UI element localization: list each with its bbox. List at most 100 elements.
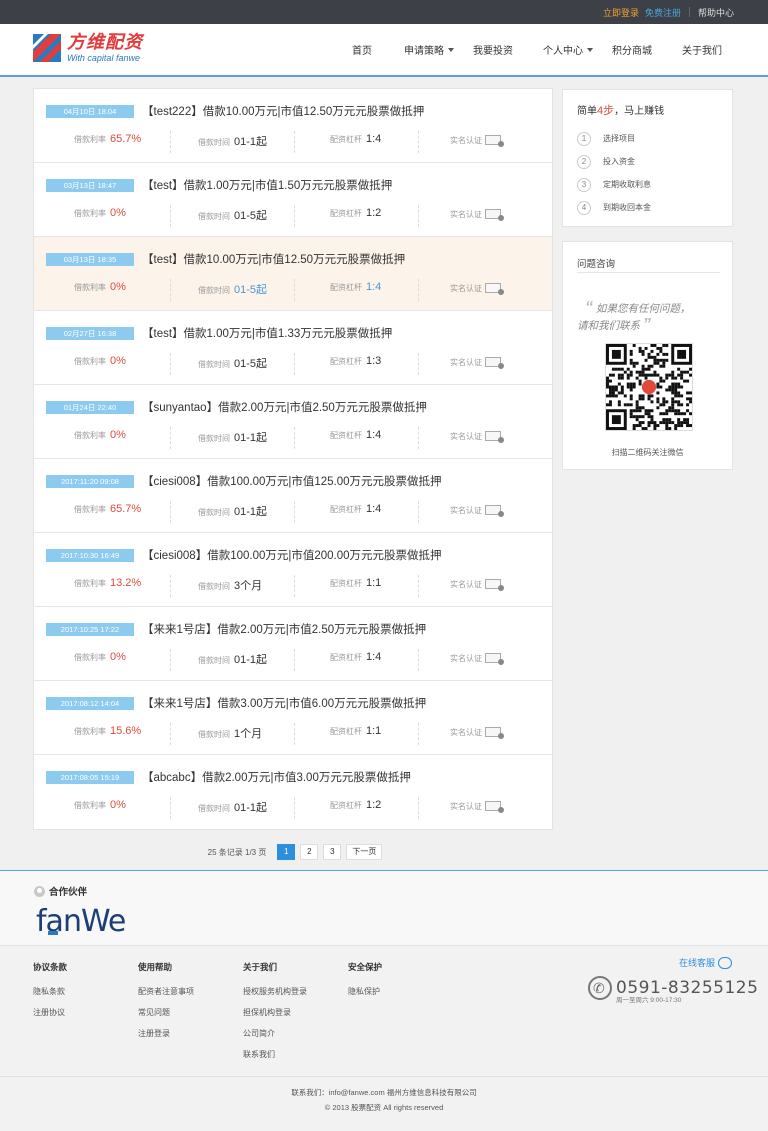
nav-item[interactable]: 关于我们 [682, 42, 722, 57]
rate-label: 借款利率 [74, 357, 106, 366]
step-item: 3 定期收取利息 [577, 173, 718, 196]
loan-item[interactable]: 03月13日 18:47 【test】借款1.00万元|市值1.50万元元股票做抵… [34, 163, 552, 237]
divider [294, 501, 295, 523]
footer-link[interactable]: 注册协议 [33, 1007, 67, 1018]
divider [170, 279, 171, 301]
loan-stats: 借款利率 13.2% 借款时间 3个月 配资杠杆 1:1 实名认证 [34, 575, 552, 597]
footer-column: 协议条款 隐私条款 注册协议 [33, 961, 67, 1028]
register-link[interactable]: 免费注册 [645, 6, 681, 19]
step-label: 定期收取利息 [603, 180, 651, 189]
footer-link[interactable]: 授权服务机构登录 [243, 986, 307, 997]
footer-column-title: 安全保护 [348, 962, 383, 972]
footer-link[interactable]: 联系我们 [243, 1049, 307, 1060]
footer-link[interactable]: 隐私保护 [348, 986, 382, 997]
loan-stats: 借款利率 0% 借款时间 01-5起 配资杠杆 1:2 实名认证 [34, 205, 552, 227]
loan-item[interactable]: 04月10日 18:04 【test222】借款10.00万元|市值12.50万元… [34, 89, 552, 163]
loan-title[interactable]: 【test】借款1.00万元|市值1.33万元元股票做抵押 [142, 325, 392, 341]
id-card-icon [485, 727, 504, 739]
loan-verify: 实名认证 [450, 281, 504, 295]
divider [418, 501, 419, 523]
loan-title[interactable]: 【ciesi008】借款100.00万元|市值125.00万元元股票做抵押 [142, 473, 442, 489]
loan-rate: 借款利率 0% [74, 799, 126, 811]
step-label: 选择项目 [603, 134, 635, 143]
loan-verify: 实名认证 [450, 133, 504, 147]
footer-column: 关于我们 授权服务机构登录 担保机构登录 公司简介 联系我们 [243, 961, 307, 1070]
nav-item[interactable]: 个人中心 [543, 42, 593, 57]
partner-logo-fanwe[interactable]: fanWe [36, 901, 126, 945]
rate-value: 15.6% [110, 725, 142, 737]
loan-date: 2017:10:30 16:49 [46, 549, 134, 562]
nav-item[interactable]: 我要投资 [473, 42, 513, 57]
rate-label: 借款利率 [74, 209, 106, 218]
loan-title[interactable]: 【ciesi008】借款100.00万元|市值200.00万元元股票做抵押 [142, 547, 442, 563]
loan-rate: 借款利率 0% [74, 651, 126, 663]
footer-link[interactable]: 隐私条款 [33, 986, 67, 997]
loan-term: 借款时间 1个月 [198, 725, 262, 741]
loan-title[interactable]: 【test】借款1.00万元|市值1.50万元元股票做抵押 [142, 177, 392, 193]
term-value: 01-5起 [234, 284, 268, 296]
footer-link[interactable]: 注册登录 [138, 1028, 194, 1039]
page-button[interactable]: 3 [323, 844, 342, 860]
logo-title: 方维配资 [67, 32, 143, 52]
loan-stats: 借款利率 0% 借款时间 01-5起 配资杠杆 1:3 实名认证 [34, 353, 552, 375]
nav-item[interactable]: 首页 [352, 42, 372, 57]
page-button[interactable]: 2 [300, 844, 319, 860]
rate-value: 0% [110, 651, 126, 663]
loan-verify: 实名认证 [450, 799, 504, 813]
next-page-button[interactable]: 下一页 [346, 844, 383, 860]
loan-item[interactable]: 2017:11:20 09:08 【ciesi008】借款100.00万元|市值1… [34, 459, 552, 533]
loan-item[interactable]: 01月24日 22:40 【sunyantao】借款2.00万元|市值2.50万元… [34, 385, 552, 459]
help-center-link[interactable]: 帮助中心 [698, 6, 734, 19]
copyright: © 2013 股票配资 All rights reserved [324, 1103, 444, 1112]
loan-item[interactable]: 02月27日 16:38 【test】借款1.00万元|市值1.33万元元股票做抵… [34, 311, 552, 385]
steps-panel: 简单4步，马上赚钱 1 选择项目 2 投入资金 3 定期收取利息 4 到期收回本金 [562, 89, 733, 227]
nav-item[interactable]: 积分商城 [612, 42, 652, 57]
loan-item[interactable]: 2017:10:30 16:49 【ciesi008】借款100.00万元|市值2… [34, 533, 552, 607]
divider [418, 205, 419, 227]
loan-item[interactable]: 2017:08:12 14:04 【来来1号店】借款3.00万元|市值6.00万元… [34, 681, 552, 755]
verify-label: 实名认证 [450, 284, 482, 293]
loan-item[interactable]: 2017:08:05 15:19 【abcabc】借款2.00万元|市值3.00万… [34, 755, 552, 829]
term-label: 借款时间 [198, 508, 230, 517]
term-value: 01-5起 [234, 210, 268, 222]
login-link[interactable]: 立即登录 [603, 6, 639, 19]
loan-title[interactable]: 【test222】借款10.00万元|市值12.50万元元股票做抵押 [142, 103, 424, 119]
term-value: 01-1起 [234, 432, 268, 444]
leverage-label: 配资杠杆 [330, 357, 362, 366]
rate-label: 借款利率 [74, 653, 106, 662]
id-card-icon [485, 135, 504, 147]
leverage-label: 配资杠杆 [330, 505, 362, 514]
footer-link[interactable]: 配资者注意事项 [138, 986, 194, 997]
rate-value: 0% [110, 281, 126, 293]
site-logo[interactable]: 方维配资 With capital fanwe [32, 33, 143, 63]
loan-verify: 实名认证 [450, 725, 504, 739]
loan-item[interactable]: 2017:10:25 17:22 【来来1号店】借款2.00万元|市值2.50万元… [34, 607, 552, 681]
footer-link[interactable]: 担保机构登录 [243, 1007, 307, 1018]
page-button[interactable]: 1 [277, 844, 296, 860]
verify-label: 实名认证 [450, 802, 482, 811]
rate-label: 借款利率 [74, 579, 106, 588]
divider [294, 575, 295, 597]
verify-label: 实名认证 [450, 654, 482, 663]
loan-title[interactable]: 【sunyantao】借款2.00万元|市值2.50万元元股票做抵押 [142, 399, 427, 415]
divider [577, 272, 720, 273]
divider [294, 131, 295, 153]
footer-link[interactable]: 公司简介 [243, 1028, 307, 1039]
loan-title[interactable]: 【来来1号店】借款3.00万元|市值6.00万元元股票做抵押 [142, 695, 426, 711]
divider [170, 353, 171, 375]
nav-item[interactable]: 申请策略 [404, 42, 454, 57]
verify-label: 实名认证 [450, 210, 482, 219]
online-service-link[interactable]: 在线客服 [679, 956, 733, 969]
leverage-label: 配资杠杆 [330, 727, 362, 736]
loan-title[interactable]: 【test】借款10.00万元|市值12.50万元元股票做抵押 [142, 251, 405, 267]
loan-item[interactable]: 03月13日 18:35 【test】借款10.00万元|市值12.50万元元股票… [34, 237, 552, 311]
loan-rate: 借款利率 0% [74, 355, 126, 367]
divider [418, 279, 419, 301]
term-label: 借款时间 [198, 656, 230, 665]
divider [418, 353, 419, 375]
loan-title[interactable]: 【abcabc】借款2.00万元|市值3.00万元元股票做抵押 [142, 769, 411, 785]
loan-title[interactable]: 【来来1号店】借款2.00万元|市值2.50万元元股票做抵押 [142, 621, 426, 637]
term-label: 借款时间 [198, 360, 230, 369]
footer-link[interactable]: 常见问题 [138, 1007, 194, 1018]
loan-rate: 借款利率 65.7% [74, 503, 141, 515]
